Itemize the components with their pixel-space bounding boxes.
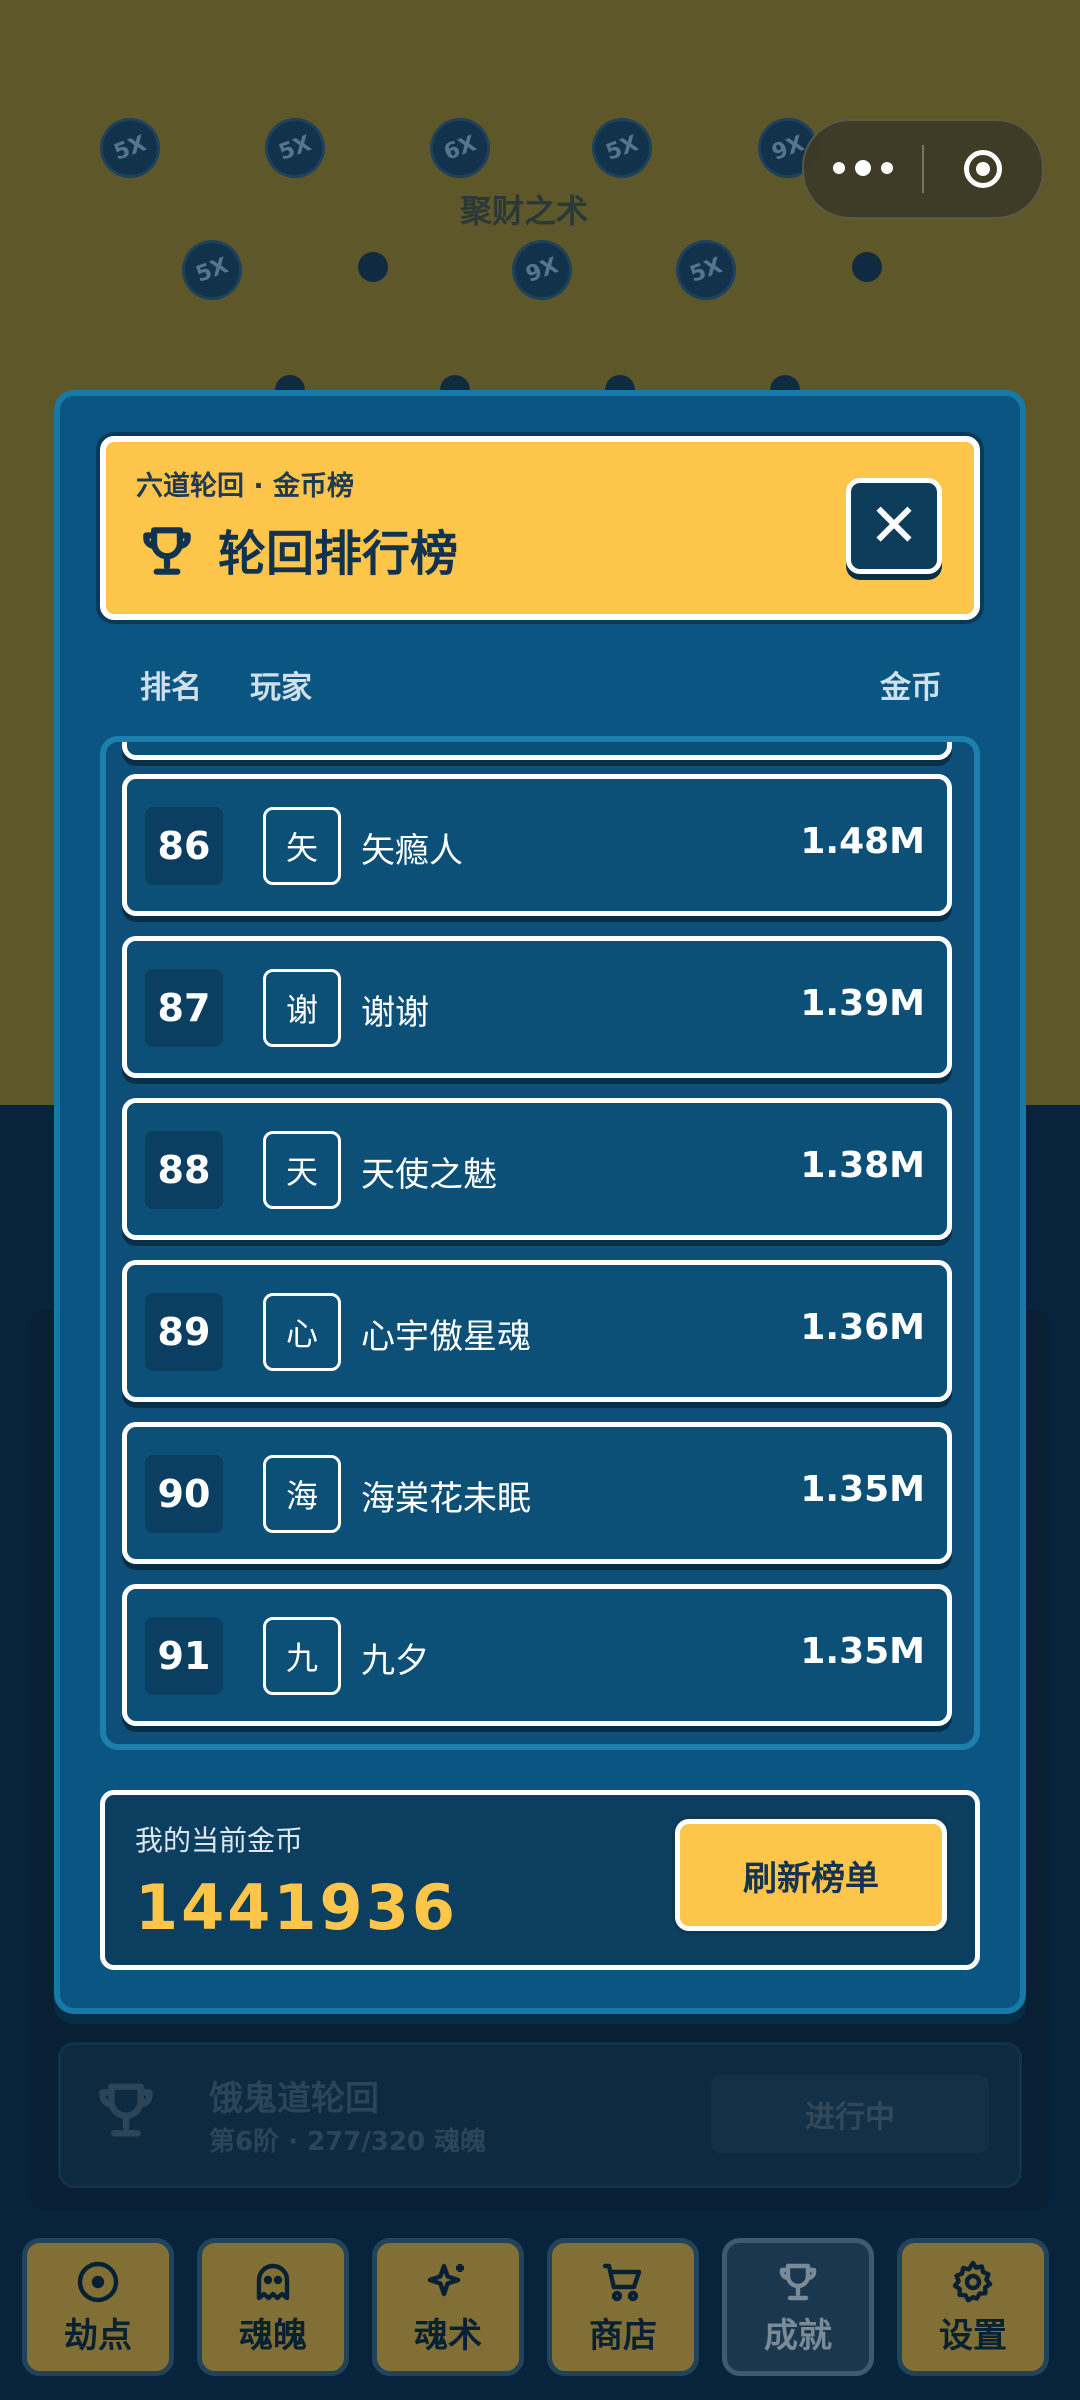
coin-value: 1.36M <box>800 1307 925 1348</box>
list-item[interactable]: 88 天 天使之魅 1.38M <box>122 1098 952 1240</box>
target-close-icon[interactable] <box>924 150 1042 188</box>
avatar: 海 <box>263 1455 341 1533</box>
avatar: 谢 <box>263 969 341 1047</box>
coin-value: 1.38M <box>800 1145 925 1186</box>
list-item[interactable]: 91 九 九夕 1.35M <box>122 1584 952 1726</box>
column-header-rank: 排名 <box>140 670 202 706</box>
rank-badge: 88 <box>145 1131 223 1209</box>
leaderboard-modal: 六道轮回 · 金币榜 轮回排行榜 ✕ 排名 玩家 金币 86 矢 矢瘾人 1.4… <box>54 390 1026 2014</box>
close-button[interactable]: ✕ <box>846 478 942 574</box>
list-item-partial <box>122 1746 952 1750</box>
avatar: 九 <box>263 1617 341 1695</box>
coin-value: 1.35M <box>800 1631 925 1672</box>
rank-badge: 87 <box>145 969 223 1047</box>
more-dots-icon[interactable] <box>804 160 922 176</box>
list-item[interactable]: 89 心 心宇傲星魂 1.36M <box>122 1260 952 1402</box>
rank-badge: 86 <box>145 807 223 885</box>
player-name: 矢瘾人 <box>361 831 463 871</box>
rank-badge: 89 <box>145 1293 223 1371</box>
rank-badge: 91 <box>145 1617 223 1695</box>
player-name: 谢谢 <box>361 993 429 1033</box>
modal-subtitle: 六道轮回 · 金币榜 <box>136 471 355 502</box>
player-name: 九夕 <box>361 1641 429 1681</box>
coin-value: 1.39M <box>800 983 925 1024</box>
modal-title: 轮回排行榜 <box>218 526 459 582</box>
leaderboard-list[interactable]: 86 矢 矢瘾人 1.48M 87 谢 谢谢 1.39M 88 天 天使之魅 1… <box>100 736 980 1750</box>
miniprogram-capsule <box>802 119 1044 219</box>
modal-header: 六道轮回 · 金币榜 轮回排行榜 ✕ <box>100 436 980 620</box>
avatar: 矢 <box>263 807 341 885</box>
list-item[interactable]: 90 海 海棠花未眠 1.35M <box>122 1422 952 1564</box>
column-header-coins: 金币 <box>880 670 942 706</box>
my-coins-label: 我的当前金币 <box>135 1824 304 1857</box>
avatar: 心 <box>263 1293 341 1371</box>
my-coins-value: 1441936 <box>135 1871 458 1944</box>
trophy-icon <box>136 520 198 586</box>
coin-value: 1.35M <box>800 1469 925 1510</box>
list-item[interactable]: 86 矢 矢瘾人 1.48M <box>122 774 952 916</box>
list-item-partial <box>122 742 952 760</box>
avatar: 天 <box>263 1131 341 1209</box>
player-name: 天使之魅 <box>361 1155 497 1195</box>
rank-badge: 90 <box>145 1455 223 1533</box>
refresh-button[interactable]: 刷新榜单 <box>675 1819 947 1931</box>
coin-value: 1.48M <box>800 821 925 862</box>
player-name: 心宇傲星魂 <box>361 1317 531 1357</box>
my-coins-panel: 我的当前金币 1441936 刷新榜单 <box>100 1790 980 1970</box>
list-item[interactable]: 87 谢 谢谢 1.39M <box>122 936 952 1078</box>
player-name: 海棠花未眠 <box>361 1479 531 1519</box>
column-header-player: 玩家 <box>250 670 312 706</box>
